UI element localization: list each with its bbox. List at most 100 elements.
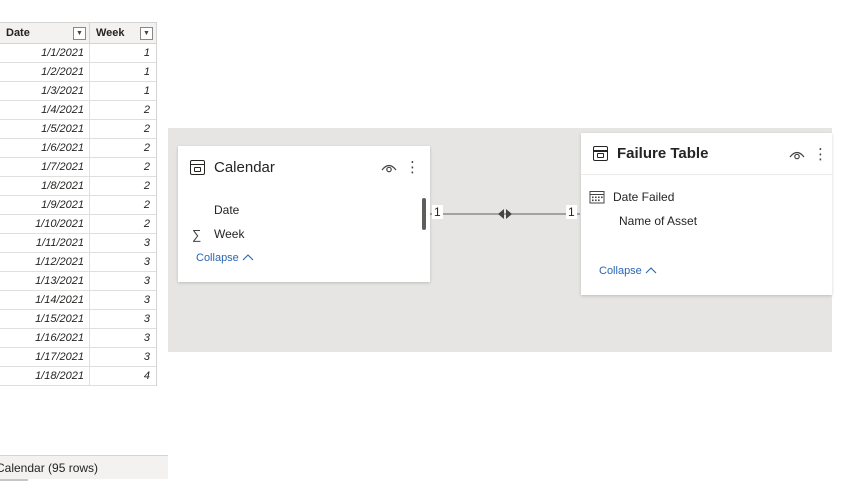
table-row[interactable]: 1/4/2021 2 [0, 101, 156, 120]
chevron-up-icon [645, 265, 657, 277]
calendar-table-card[interactable]: Calendar ⋮ Date ∑ Week Collapse [178, 146, 430, 282]
card-header[interactable]: Calendar ⋮ [178, 146, 430, 188]
cell-date: 1/1/2021 [0, 44, 90, 62]
table-row[interactable]: 1/2/2021 1 [0, 63, 156, 82]
table-row[interactable]: 1/9/2021 2 [0, 196, 156, 215]
eye-icon[interactable] [381, 163, 397, 173]
collapse-label: Collapse [196, 252, 239, 264]
table-row[interactable]: 1/12/2021 3 [0, 253, 156, 272]
card-title: Failure Table [617, 145, 709, 162]
cell-date: 1/10/2021 [0, 215, 90, 233]
cell-date: 1/13/2021 [0, 272, 90, 290]
cell-date: 1/9/2021 [0, 196, 90, 214]
collapse-link[interactable]: Collapse [196, 252, 430, 264]
collapse-link[interactable]: Collapse [599, 265, 832, 277]
cell-week: 2 [143, 180, 150, 192]
table-row[interactable]: 1/16/2021 3 [0, 329, 156, 348]
table-row[interactable]: 1/1/2021 1 [0, 44, 156, 63]
table-row[interactable]: 1/13/2021 3 [0, 272, 156, 291]
cell-date: 1/17/2021 [0, 348, 90, 366]
cell-date: 1/7/2021 [0, 158, 90, 176]
table-row[interactable]: 1/3/2021 1 [0, 82, 156, 101]
cell-week: 2 [143, 199, 150, 211]
cell-date: 1/3/2021 [0, 82, 90, 100]
cell-week: 3 [143, 351, 150, 363]
model-canvas[interactable]: Calendar ⋮ Date ∑ Week Collapse Failure … [168, 128, 832, 352]
cell-week: 2 [143, 123, 150, 135]
cardinality-left: 1 [432, 205, 443, 219]
cell-week: 3 [143, 313, 150, 325]
column-header-week[interactable]: Week ▼ [90, 23, 156, 43]
row-count-label: Calendar (95 rows) [0, 460, 99, 475]
column-header-label: Date [6, 27, 30, 39]
cell-date: 1/15/2021 [0, 310, 90, 328]
filter-dropdown-icon[interactable]: ▼ [140, 26, 153, 40]
card-header-actions: ⋮ [381, 160, 420, 175]
cell-week: 3 [143, 237, 150, 249]
cell-week: 1 [143, 47, 150, 59]
field-week[interactable]: ∑ Week [178, 222, 430, 246]
table-row[interactable]: 1/18/2021 4 [0, 367, 156, 386]
cell-date: 1/8/2021 [0, 177, 90, 195]
more-options-icon[interactable]: ⋮ [813, 147, 828, 162]
cell-date: 1/2/2021 [0, 63, 90, 81]
scrollbar-thumb[interactable] [422, 198, 426, 230]
table-row[interactable]: 1/15/2021 3 [0, 310, 156, 329]
card-header[interactable]: Failure Table ⋮ [581, 133, 832, 175]
cell-week: 3 [143, 275, 150, 287]
cell-week: 3 [143, 332, 150, 344]
cell-week: 2 [143, 218, 150, 230]
field-label: Date Failed [613, 190, 675, 204]
table-row[interactable]: 1/17/2021 3 [0, 348, 156, 367]
eye-icon[interactable] [789, 150, 805, 160]
cell-date: 1/11/2021 [0, 234, 90, 252]
table-icon [190, 159, 205, 175]
table-icon [593, 146, 608, 161]
column-header-label: Week [96, 27, 125, 39]
cell-date: 1/5/2021 [0, 120, 90, 138]
cell-week: 1 [143, 66, 150, 78]
calendar-icon [589, 190, 613, 204]
collapse-label: Collapse [599, 265, 642, 277]
field-date[interactable]: Date [178, 198, 430, 222]
failure-table-card[interactable]: Failure Table ⋮ Date Failed Name of Asse… [581, 133, 832, 295]
table-row[interactable]: 1/8/2021 2 [0, 177, 156, 196]
grid-header: Date ▼ Week ▼ [0, 22, 156, 44]
cell-date: 1/16/2021 [0, 329, 90, 347]
field-label: Name of Asset [619, 214, 698, 228]
cell-week: 2 [143, 104, 150, 116]
field-name-of-asset[interactable]: Name of Asset [581, 209, 832, 233]
grid-body: 1/1/2021 1 1/2/2021 1 1/3/2021 1 1/4/2021 2 1/5/… [0, 44, 156, 386]
cell-week: 1 [143, 85, 150, 97]
table-row[interactable]: 1/14/2021 3 [0, 291, 156, 310]
chevron-up-icon [242, 252, 254, 264]
table-row[interactable]: 1/11/2021 3 [0, 234, 156, 253]
cell-week: 2 [143, 161, 150, 173]
cell-week: 2 [143, 142, 150, 154]
field-date-failed[interactable]: Date Failed [581, 185, 832, 209]
data-grid: Date ▼ Week ▼ 1/1/2021 1 1/2/2021 1 1/3/2021… [0, 22, 157, 386]
table-row[interactable]: 1/7/2021 2 [0, 158, 156, 177]
sigma-icon: ∑ [192, 226, 202, 242]
cell-week: 3 [143, 294, 150, 306]
field-label: Date [214, 203, 240, 217]
cardinality-right: 1 [566, 205, 577, 219]
cell-week: 3 [143, 256, 150, 268]
footer-divider [0, 479, 28, 481]
card-title: Calendar [214, 158, 275, 176]
filter-dropdown-icon[interactable]: ▼ [73, 26, 86, 40]
more-options-icon[interactable]: ⋮ [405, 160, 420, 175]
table-row[interactable]: 1/5/2021 2 [0, 120, 156, 139]
card-header-actions: ⋮ [789, 147, 828, 162]
table-row[interactable]: 1/10/2021 2 [0, 215, 156, 234]
table-row[interactable]: 1/6/2021 2 [0, 139, 156, 158]
cell-date: 1/12/2021 [0, 253, 90, 271]
cell-date: 1/4/2021 [0, 101, 90, 119]
cell-date: 1/18/2021 [0, 367, 90, 385]
field-label: Week [214, 227, 245, 241]
cell-week: 4 [143, 370, 150, 382]
table-row-count: Calendar (95 rows) [0, 455, 168, 479]
cell-date: 1/14/2021 [0, 291, 90, 309]
column-header-date[interactable]: Date ▼ [0, 23, 90, 43]
cell-date: 1/6/2021 [0, 139, 90, 157]
